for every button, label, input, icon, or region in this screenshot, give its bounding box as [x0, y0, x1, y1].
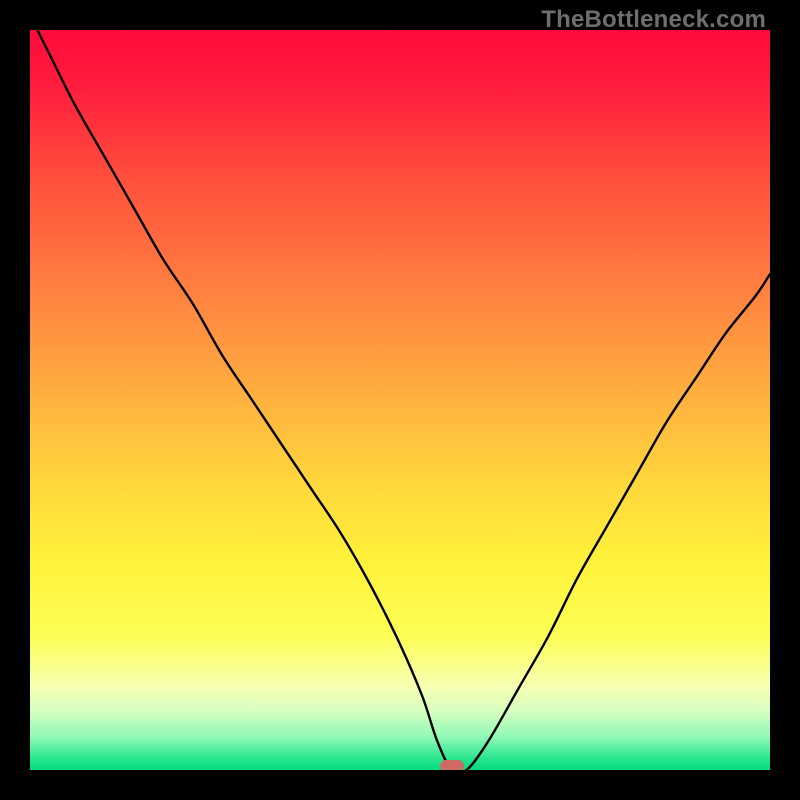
curve-layer: [30, 30, 770, 770]
watermark-text: TheBottleneck.com: [541, 6, 766, 34]
bottleneck-curve: [30, 30, 770, 770]
optimal-marker: [440, 760, 464, 770]
chart-frame: TheBottleneck.com: [0, 0, 800, 800]
plot-area: [30, 30, 770, 770]
